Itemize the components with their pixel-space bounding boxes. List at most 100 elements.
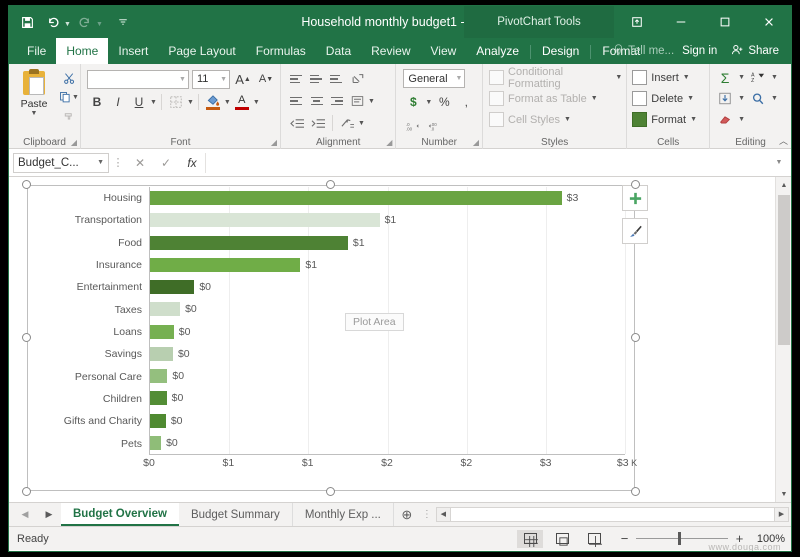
chart-bar[interactable] — [150, 213, 380, 228]
sort-filter-icon[interactable]: AZ — [748, 68, 768, 88]
font-dialog-launcher[interactable]: ◢ — [271, 138, 277, 147]
ribbon-tab-home[interactable]: Home — [56, 38, 109, 64]
alignment-dialog-launcher[interactable]: ◢ — [386, 138, 392, 147]
chart-bar[interactable] — [150, 369, 168, 384]
chart-handle-sw[interactable] — [22, 487, 31, 496]
delete-cells-button[interactable]: Delete ▼ — [632, 88, 705, 109]
previous-sheet-icon[interactable]: ◀ — [13, 503, 37, 526]
chart-bar-row[interactable]: $0 — [150, 365, 625, 387]
page-layout-view-icon[interactable] — [549, 530, 575, 548]
chart-handle-e[interactable] — [631, 333, 640, 342]
chart-bar-row[interactable]: $1 — [150, 254, 625, 276]
font-name-input[interactable]: ▼ — [87, 69, 189, 89]
next-sheet-icon[interactable]: ▶ — [37, 503, 61, 526]
underline-dropdown-icon[interactable]: ▼ — [150, 99, 157, 106]
clear-eraser-icon[interactable] — [715, 110, 735, 130]
autosum-sigma-icon[interactable]: Σ — [715, 68, 735, 88]
fill-down-icon[interactable] — [715, 89, 735, 109]
ribbon-tab-view[interactable]: View — [421, 38, 467, 64]
font-size-input[interactable]: 11 ▼ — [191, 69, 230, 89]
chart-bar-row[interactable]: $0 — [150, 432, 625, 454]
grow-font-button[interactable]: A ▲ — [233, 69, 253, 89]
autosum-dropdown-icon[interactable]: ▼ — [738, 74, 745, 81]
accounting-format-button[interactable]: $ — [403, 92, 423, 112]
sheet-tab-budget-summary[interactable]: Budget Summary — [179, 503, 293, 526]
close-icon[interactable] — [747, 6, 791, 38]
decrease-decimal-icon[interactable]: .00.0 — [425, 116, 445, 136]
clear-dropdown-icon[interactable]: ▼ — [738, 116, 745, 123]
chart-handle-n[interactable] — [326, 180, 335, 189]
find-dropdown-icon[interactable]: ▼ — [771, 95, 778, 102]
borders-dropdown-icon[interactable]: ▼ — [187, 99, 194, 106]
align-middle-icon[interactable] — [307, 70, 326, 88]
percent-format-button[interactable]: % — [434, 92, 454, 112]
chart-bar[interactable] — [150, 391, 167, 406]
align-top-icon[interactable] — [287, 70, 306, 88]
borders-icon[interactable] — [166, 92, 186, 112]
sort-dropdown-icon[interactable]: ▼ — [771, 74, 778, 81]
tell-me-box[interactable]: Tell me... — [613, 43, 674, 59]
chart-bar[interactable] — [150, 302, 181, 317]
name-box[interactable]: Budget_C... ▼ — [13, 152, 109, 173]
ribbon-tab-page-layout[interactable]: Page Layout — [158, 38, 245, 64]
decrease-indent-icon[interactable] — [287, 113, 307, 133]
copy-icon[interactable] — [59, 89, 71, 105]
ribbon-tab-insert[interactable]: Insert — [108, 38, 158, 64]
scroll-up-icon[interactable]: ▲ — [776, 177, 791, 193]
accounting-dropdown-icon[interactable]: ▼ — [425, 99, 432, 106]
chart-styles-brush-icon[interactable] — [622, 218, 648, 244]
chart-bar[interactable] — [150, 324, 174, 339]
chart-bar-row[interactable]: $0 — [150, 387, 625, 409]
formula-input[interactable] — [205, 152, 771, 173]
ribbon-tab-analyze[interactable]: Analyze — [466, 38, 529, 64]
increase-indent-icon[interactable] — [308, 113, 328, 133]
chart-bar[interactable] — [150, 280, 195, 295]
font-color-dropdown-icon[interactable]: ▼ — [253, 99, 260, 106]
clipboard-dialog-launcher[interactable]: ◢ — [71, 138, 77, 147]
minimize-icon[interactable] — [659, 6, 703, 38]
cancel-x-icon[interactable]: ✕ — [127, 156, 153, 170]
copy-dropdown-icon[interactable]: ▼ — [72, 94, 79, 101]
align-center-icon[interactable] — [307, 92, 326, 110]
chart-bar-row[interactable]: $0 — [150, 276, 625, 298]
fill-color-icon[interactable] — [203, 92, 223, 112]
sheet-tab-budget-overview[interactable]: Budget Overview — [61, 503, 179, 526]
normal-view-icon[interactable] — [517, 529, 543, 548]
add-sheet-icon[interactable]: ⊕ — [394, 503, 420, 526]
chart-handle-s[interactable] — [326, 487, 335, 496]
chart-bar[interactable] — [150, 346, 173, 361]
insert-function-icon[interactable]: fx — [179, 156, 205, 170]
chart-bar[interactable] — [150, 435, 162, 450]
wrap-text-icon[interactable] — [347, 91, 367, 111]
vertical-scroll-thumb[interactable] — [778, 195, 790, 345]
cell-styles-button[interactable]: Cell Styles ▼ — [489, 109, 622, 130]
font-color-icon[interactable]: A — [232, 92, 252, 112]
collapse-ribbon-icon[interactable]: ︿ — [779, 134, 788, 147]
ribbon-tab-review[interactable]: Review — [361, 38, 420, 64]
page-break-view-icon[interactable] — [581, 530, 607, 548]
share-button[interactable]: Share — [725, 44, 785, 59]
scroll-down-icon[interactable]: ▼ — [776, 486, 791, 502]
italic-button[interactable]: I — [108, 92, 128, 112]
align-bottom-icon[interactable] — [327, 70, 346, 88]
ribbon-tab-file[interactable]: File — [17, 38, 56, 64]
chart-handle-se[interactable] — [631, 487, 640, 496]
align-right-icon[interactable] — [327, 92, 346, 110]
chart-bar-row[interactable]: $0 — [150, 410, 625, 432]
increase-decimal-icon[interactable]: .0.00 — [403, 116, 423, 136]
format-painter-icon[interactable] — [63, 108, 75, 124]
horizontal-scroll-track[interactable] — [450, 506, 774, 522]
number-format-select[interactable]: General ▼ — [403, 69, 466, 88]
merge-cells-icon[interactable] — [337, 113, 357, 133]
ribbon-tab-data[interactable]: Data — [316, 38, 361, 64]
find-magnifier-icon[interactable] — [748, 89, 768, 109]
pivot-chart-object[interactable]: Housing Transportation Food Insurance Entert… — [22, 180, 640, 496]
merge-dropdown-icon[interactable]: ▼ — [368, 98, 375, 105]
sheet-tab-monthly-exp[interactable]: Monthly Exp ... — [293, 503, 394, 526]
maximize-icon[interactable] — [703, 6, 747, 38]
chart-bar-row[interactable]: $3 — [150, 187, 625, 209]
format-as-table-button[interactable]: Format as Table ▼ — [489, 88, 622, 109]
vertical-scrollbar[interactable]: ▲ ▼ — [775, 177, 791, 502]
orientation-icon[interactable] — [347, 69, 367, 89]
restore-up-icon[interactable] — [615, 6, 659, 38]
